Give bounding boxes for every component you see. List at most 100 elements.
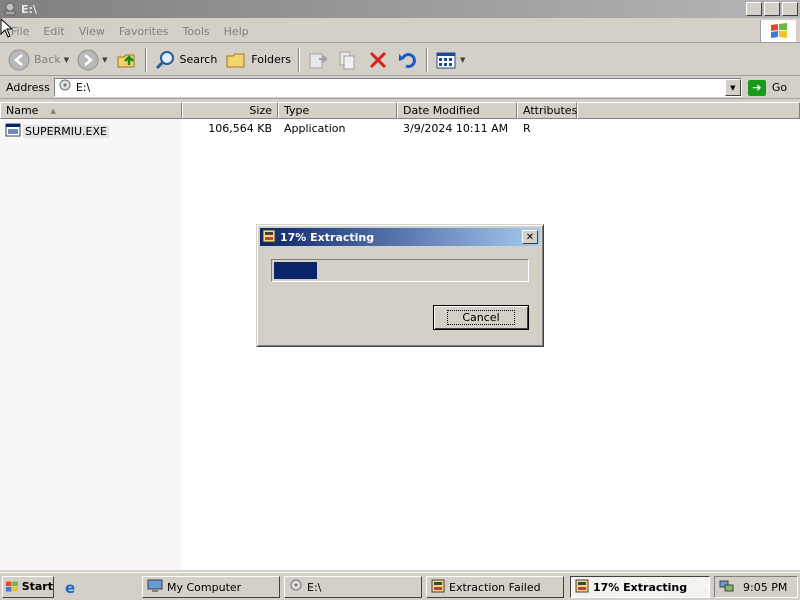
restore-button[interactable]: ❐ [764, 2, 780, 16]
start-button[interactable]: Start [2, 575, 54, 598]
task-drive-e[interactable]: E:\ [284, 576, 422, 598]
file-name: SUPERMIU.EXE [23, 125, 109, 138]
task-my-computer[interactable]: My Computer [142, 576, 280, 598]
move-to-icon [309, 53, 328, 68]
close-button[interactable]: ✕ [782, 2, 798, 16]
dialog-title: 17% Extracting [280, 230, 375, 244]
drive-icon [289, 579, 303, 596]
extract-dialog: 17% Extracting ✕ Cancel [256, 224, 544, 347]
back-button[interactable]: Back ▼ [4, 46, 73, 74]
forward-button[interactable]: ▼ [73, 46, 111, 74]
go-button[interactable]: ➔ Go [747, 79, 788, 96]
task-label: My Computer [167, 580, 242, 594]
go-arrow-icon: ➔ [747, 79, 766, 96]
column-size[interactable]: Size [182, 102, 278, 119]
back-label: Back [34, 53, 61, 66]
archive-icon [262, 229, 276, 246]
address-value: E:\ [75, 81, 91, 94]
file-size: 106,564 KB [208, 122, 272, 135]
task-label: Extraction Failed [449, 580, 541, 594]
toolbar: Back ▼ ▼ Search Folders ▼ [0, 44, 800, 76]
undo-button[interactable] [393, 46, 423, 74]
column-date-modified[interactable]: Date Modified [397, 102, 517, 119]
column-type-label: Type [284, 104, 310, 117]
column-type[interactable]: Type [278, 102, 397, 119]
menu-view[interactable]: View [72, 25, 112, 38]
search-label: Search [179, 53, 218, 66]
task-extraction-failed[interactable]: Extraction Failed [426, 576, 564, 598]
archive-icon [575, 579, 589, 596]
archive-icon [431, 579, 445, 596]
menu-bar: File Edit View Favorites Tools Help [0, 20, 800, 43]
views-icon [436, 52, 456, 68]
chevron-down-icon[interactable]: ▼ [460, 56, 465, 64]
start-label: Start [21, 580, 53, 593]
file-name-cell[interactable]: SUPERMIU.EXE [5, 122, 109, 141]
column-empty [577, 102, 800, 119]
toolbar-separator [426, 47, 429, 72]
delete-icon [369, 51, 387, 68]
dialog-close-button[interactable]: ✕ [522, 230, 538, 244]
column-attributes-label: Attributes [523, 104, 578, 117]
progress-bar [271, 259, 529, 282]
column-attributes[interactable]: Attributes [517, 102, 577, 119]
move-to-button[interactable] [303, 46, 333, 74]
drive-icon [3, 2, 17, 16]
menu-help[interactable]: Help [217, 25, 256, 38]
file-attributes: R [523, 122, 531, 135]
task-extracting[interactable]: 17% Extracting [570, 576, 710, 598]
folders-icon [226, 53, 245, 67]
dialog-title-bar[interactable]: 17% Extracting ✕ [260, 228, 540, 246]
menu-tools[interactable]: Tools [176, 25, 217, 38]
menu-edit[interactable]: Edit [36, 25, 71, 38]
chevron-down-icon[interactable]: ▼ [724, 79, 741, 96]
clock[interactable]: 9:05 PM [743, 581, 787, 594]
up-folder-button[interactable] [112, 46, 142, 74]
application-icon [5, 122, 21, 141]
window-title-bar[interactable]: E:\ _ ❐ ✕ [0, 0, 800, 18]
search-button[interactable]: Search [150, 46, 222, 74]
internet-explorer-icon[interactable]: e [60, 576, 82, 598]
task-label: E:\ [307, 580, 322, 594]
address-bar: Address E:\ ▼ ➔ Go [0, 77, 800, 99]
file-row[interactable]: SUPERMIU.EXE 106,564 KB Application 3/9/… [0, 121, 800, 138]
views-button[interactable]: ▼ [431, 46, 469, 74]
forward-arrow-icon [77, 49, 99, 70]
svg-text:e: e [65, 579, 75, 595]
up-folder-icon [117, 54, 134, 67]
drive-icon [58, 79, 72, 96]
menu-favorites[interactable]: Favorites [112, 25, 176, 38]
file-date: 3/9/2024 10:11 AM [403, 122, 509, 135]
back-arrow-icon [8, 49, 30, 70]
undo-icon [399, 52, 416, 68]
address-input[interactable]: E:\ ▼ [53, 78, 742, 97]
column-date-label: Date Modified [403, 104, 480, 117]
system-tray: 9:05 PM [714, 576, 798, 598]
sort-up-icon: ▲ [50, 106, 56, 115]
column-name-label: Name [6, 104, 39, 117]
minimize-button[interactable]: _ [746, 2, 762, 16]
file-type: Application [284, 122, 346, 135]
folders-button[interactable]: Folders [221, 46, 295, 74]
network-icon[interactable] [719, 579, 735, 596]
cancel-label: Cancel [447, 310, 515, 325]
column-name[interactable]: Name ▲ [0, 102, 182, 119]
column-header: Name ▲ Size Type Date Modified Attribute… [0, 102, 800, 119]
column-size-label: Size [249, 104, 272, 117]
delete-button[interactable] [363, 46, 393, 74]
computer-icon [147, 579, 163, 596]
chevron-down-icon[interactable]: ▼ [64, 56, 69, 64]
copy-to-button[interactable] [333, 46, 363, 74]
sorted-column-shading [0, 119, 182, 570]
go-label: Go [771, 81, 788, 94]
mouse-cursor-icon [0, 18, 12, 38]
address-label: Address [6, 81, 50, 94]
window-title: E:\ [21, 2, 37, 16]
chevron-down-icon[interactable]: ▼ [102, 56, 107, 64]
windows-logo-icon [760, 20, 796, 42]
toolbar-separator [144, 47, 147, 72]
folders-label: Folders [251, 53, 292, 66]
progress-fill [274, 262, 317, 279]
windows-flag-icon [6, 581, 18, 592]
cancel-button[interactable]: Cancel [433, 305, 529, 330]
